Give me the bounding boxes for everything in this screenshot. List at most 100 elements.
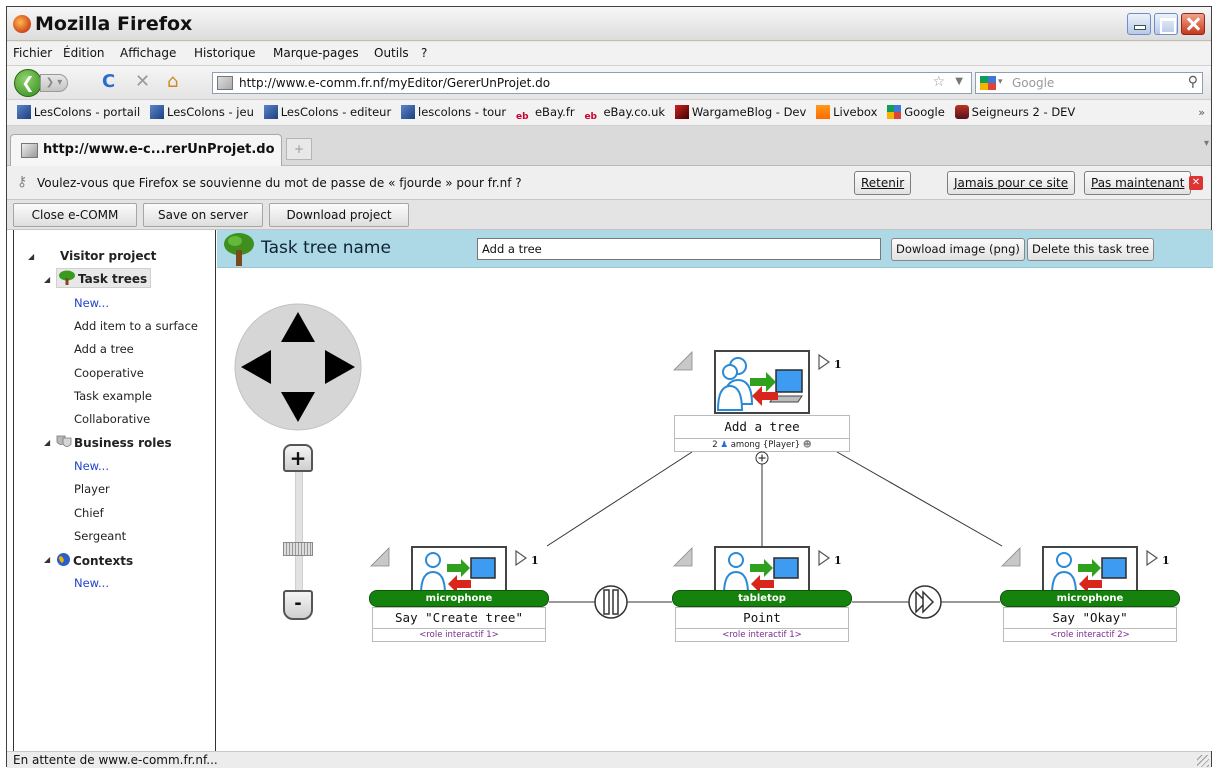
bookmark-lescolons-tour[interactable]: lescolons - tour <box>401 105 506 119</box>
sequence-operator-icon[interactable] <box>907 584 943 620</box>
add-child-icon[interactable] <box>755 451 769 465</box>
app-toolbar: Close e-COMM Save on server Download pro… <box>7 200 1211 244</box>
tree-item-task-tree[interactable]: Add item to a surface <box>74 319 198 333</box>
tree-section-task-trees[interactable]: Task trees <box>56 268 152 288</box>
tree-section-contexts[interactable]: Contexts <box>56 552 133 568</box>
navigation-toolbar: ❮ ❯ ▾ C ✕ ⌂ http://www.e-comm.fr.nf/myEd… <box>7 66 1211 100</box>
expand-toggle-icon[interactable]: ◢ <box>44 438 50 447</box>
home-icon[interactable]: ⌂ <box>167 72 178 92</box>
tree-item-role[interactable]: Player <box>74 482 110 496</box>
close-window-button[interactable] <box>1181 13 1205 35</box>
play-icon[interactable] <box>817 353 831 371</box>
bookmark-ebay-co-uk[interactable]: eb eBay.co.uk <box>584 105 665 125</box>
collapse-corner-icon[interactable] <box>672 350 694 372</box>
play-icon[interactable] <box>817 549 831 567</box>
play-icon[interactable] <box>1145 549 1159 567</box>
stop-icon[interactable]: ✕ <box>135 72 150 92</box>
resize-grip-icon[interactable] <box>1197 755 1209 767</box>
search-input[interactable]: Google <box>1012 76 1054 90</box>
url-bar[interactable]: http://www.e-comm.fr.nf/myEditor/GererUn… <box>212 72 972 94</box>
firefox-logo-icon <box>13 15 31 33</box>
tree-item-new-task-tree[interactable]: New... <box>74 296 109 310</box>
collapse-corner-icon[interactable] <box>672 546 694 568</box>
status-bar: En attente de www.e-comm.fr.nf... <box>7 751 1211 768</box>
tree-item-role[interactable]: Sergeant <box>74 529 126 543</box>
url-text[interactable]: http://www.e-comm.fr.nf/myEditor/GererUn… <box>239 76 550 90</box>
bookmark-google[interactable]: Google <box>887 105 945 119</box>
search-go-icon[interactable]: ⚲ <box>1188 74 1198 90</box>
bookmarks-overflow-icon[interactable]: » <box>1198 106 1205 119</box>
bookmark-lescolons-jeu[interactable]: LesColons - jeu <box>149 105 254 119</box>
close-ecomm-button[interactable]: Close e-COMM <box>13 203 137 227</box>
tree-item-new-role[interactable]: New... <box>74 459 109 473</box>
menu-fichier[interactable]: Fichier <box>13 46 52 60</box>
remember-button[interactable]: Retenir <box>854 171 912 195</box>
lescolons-favicon-icon <box>149 105 164 119</box>
bookmark-seigneurs[interactable]: Seigneurs 2 - DEV <box>954 105 1075 119</box>
menu-help[interactable]: ? <box>421 46 427 60</box>
search-bar[interactable]: ▾ Google ⚲ <box>975 72 1203 94</box>
menu-bar: Fichier Édition Affichage Historique Mar… <box>7 42 1211 66</box>
interaction-task-image <box>411 546 507 595</box>
bookmark-lescolons-editeur[interactable]: LesColons - editeur <box>263 105 391 119</box>
menu-affichage[interactable]: Affichage <box>120 46 176 60</box>
bookmark-star-icon[interactable]: ☆ <box>932 74 945 90</box>
menu-outils[interactable]: Outils <box>374 46 409 60</box>
task-name[interactable]: Point <box>675 607 849 629</box>
tab-list-icon[interactable]: ▾ <box>1204 138 1209 149</box>
concurrent-operator-icon[interactable] <box>593 584 629 620</box>
menu-edition[interactable]: Édition <box>63 46 105 60</box>
bookmark-wargameblog[interactable]: WargameBlog - Dev <box>674 105 806 119</box>
tree-item-task-tree[interactable]: Collaborative <box>74 412 150 426</box>
menu-marque-pages[interactable]: Marque-pages <box>273 46 359 60</box>
close-notification-icon[interactable]: ✕ <box>1189 176 1203 190</box>
not-now-button[interactable]: Pas maintenant <box>1084 171 1192 195</box>
tree-section-business-roles[interactable]: Business roles <box>56 435 172 450</box>
maximize-button[interactable] <box>1154 13 1178 35</box>
tree-root-label[interactable]: Visitor project <box>60 249 156 263</box>
task-name[interactable]: Say "Okay" <box>1003 607 1177 629</box>
tree-item-task-tree[interactable]: Cooperative <box>74 366 144 380</box>
save-on-server-button[interactable]: Save on server <box>143 203 263 227</box>
lescolons-favicon-icon <box>263 105 278 119</box>
task-node-say-okay[interactable]: 1 microphone Say "Okay" <role interactif… <box>1000 546 1180 644</box>
collapse-corner-icon[interactable] <box>1000 546 1022 568</box>
never-for-site-button[interactable]: Jamais pour ce site <box>947 171 1076 195</box>
window-title: Mozilla Firefox <box>35 13 193 35</box>
search-engine-dropdown-icon[interactable]: ▾ <box>998 77 1003 87</box>
bookmark-livebox[interactable]: Livebox <box>816 105 877 119</box>
task-name[interactable]: Add a tree <box>674 415 850 439</box>
tab-current[interactable]: http://www.e-c...rerUnProjet.do <box>10 134 282 166</box>
download-project-xml-button[interactable]: Download project xml <box>269 203 409 244</box>
play-icon[interactable] <box>514 549 528 567</box>
bookmark-lescolons-portail[interactable]: LesColons - portail <box>16 105 140 119</box>
collapse-corner-icon[interactable] <box>369 546 391 568</box>
task-node-root[interactable]: 1 Add a tree 2 ♟ among {Player} ☻ <box>672 350 852 465</box>
forward-button[interactable]: ❯ ▾ <box>40 74 68 92</box>
back-button[interactable]: ❮ <box>14 69 42 97</box>
expand-toggle-icon[interactable]: ◢ <box>44 555 50 564</box>
task-tree-canvas[interactable]: Task tree name Add a tree Dowload image … <box>217 230 1213 751</box>
url-history-dropdown-icon[interactable]: ▼ <box>955 76 963 87</box>
tab-bar: http://www.e-c...rerUnProjet.do + ▾ <box>7 126 1211 166</box>
expand-toggle-icon[interactable]: ◢ <box>28 252 34 261</box>
reload-icon[interactable]: C <box>102 72 115 92</box>
minimize-button[interactable] <box>1127 13 1151 35</box>
search-engine-icon[interactable] <box>980 76 996 90</box>
tree-item-new-context[interactable]: New... <box>74 576 109 590</box>
tree-item-task-tree[interactable]: Add a tree <box>74 342 134 356</box>
masks-icon: ☻ <box>802 440 812 450</box>
tree-item-task-tree[interactable]: Task example <box>74 389 152 403</box>
tree-item-role[interactable]: Chief <box>74 506 104 520</box>
iteration-count: 1 <box>531 554 539 567</box>
bookmark-ebay-fr[interactable]: eb eBay.fr <box>516 105 575 125</box>
user-computer-interaction-icon <box>716 357 803 411</box>
expand-toggle-icon[interactable]: ◢ <box>44 275 50 284</box>
task-node-say-create-tree[interactable]: 1 microphone Say "Create tree" <role int… <box>369 546 549 644</box>
globe-icon <box>57 553 70 566</box>
menu-historique[interactable]: Historique <box>194 46 256 60</box>
google-favicon-icon <box>887 105 902 119</box>
task-name[interactable]: Say "Create tree" <box>372 607 546 629</box>
new-tab-button[interactable]: + <box>286 138 312 160</box>
task-node-point[interactable]: 1 tabletop Point <role interactif 1> <box>672 546 852 644</box>
